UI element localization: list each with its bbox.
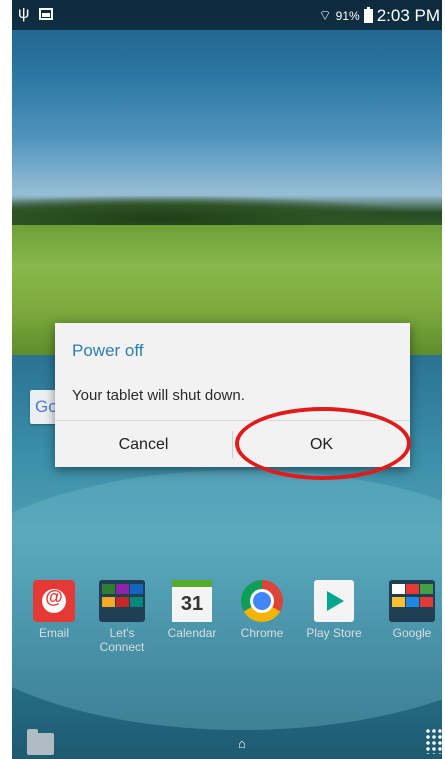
screen-frame-left — [0, 0, 12, 759]
cancel-button[interactable]: Cancel — [55, 421, 232, 468]
folder-icon — [389, 580, 435, 622]
folder-icon[interactable] — [27, 729, 54, 755]
app-label: Google — [392, 626, 432, 640]
app-label: Play Store — [306, 626, 362, 640]
app-label: Email — [38, 626, 69, 640]
status-left-icons: ψ — [18, 5, 54, 22]
status-bar: ψ ⌔ 91% 2:03 PM — [12, 0, 442, 30]
folder-icon — [99, 580, 145, 622]
app-label: Let's Connect — [99, 626, 145, 654]
home-icon[interactable]: ⌂ — [238, 736, 246, 751]
dialog-message: Your tablet will shut down. — [72, 387, 245, 404]
app-email[interactable]: Email — [24, 580, 84, 640]
battery-icon — [363, 7, 373, 23]
chrome-icon — [241, 580, 283, 622]
app-label: Chrome — [240, 626, 284, 640]
dialog-title: Power off — [72, 341, 144, 360]
app-play-store[interactable]: Play Store — [304, 580, 364, 640]
play-store-icon — [314, 580, 354, 622]
app-google-folder[interactable]: Google — [382, 580, 442, 640]
clock: 2:03 PM — [376, 6, 440, 25]
battery-percent: 91% — [335, 9, 360, 23]
home-screen: ψ ⌔ 91% 2:03 PM Go Email Let's Connect 3… — [12, 0, 442, 759]
app-lets-connect[interactable]: Let's Connect — [92, 580, 152, 654]
usb-icon: ψ — [18, 5, 30, 22]
apps-grid-icon[interactable] — [425, 728, 442, 754]
email-icon — [33, 580, 75, 622]
app-calendar[interactable]: 31 Calendar — [162, 580, 222, 640]
calendar-icon: 31 — [172, 580, 212, 622]
image-icon — [39, 8, 54, 20]
app-chrome[interactable]: Chrome — [232, 580, 292, 640]
annotation-highlight-ring — [235, 407, 411, 480]
app-label: Calendar — [167, 626, 217, 640]
wifi-icon: ⌔ — [318, 7, 332, 23]
status-right-icons: ⌔ 91% 2:03 PM — [318, 6, 440, 26]
